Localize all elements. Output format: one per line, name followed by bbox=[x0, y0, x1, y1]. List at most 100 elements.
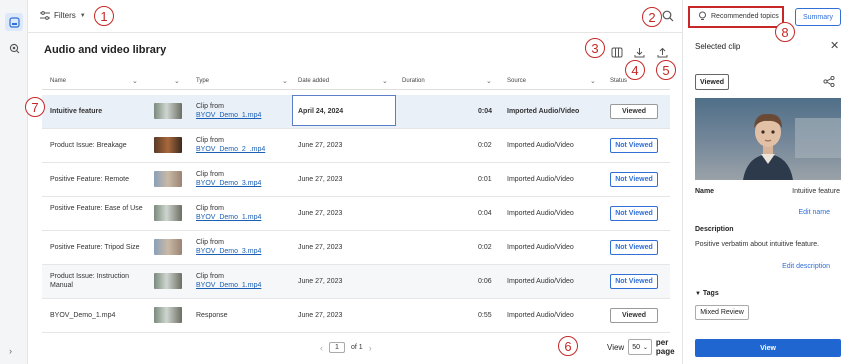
table-row[interactable]: BYOV_Demo_1.mp4 Response June 27, 2023 0… bbox=[42, 299, 670, 333]
search-icon[interactable] bbox=[662, 10, 674, 24]
row-name: BYOV_Demo_1.mp4 bbox=[50, 312, 116, 319]
chevron-down-icon[interactable]: ⌄ bbox=[174, 77, 180, 85]
table-row[interactable]: Product Issue: Instruction Manual Clip f… bbox=[42, 265, 670, 299]
status-badge[interactable]: Not Viewed bbox=[610, 138, 658, 153]
page-count: of 1 bbox=[351, 344, 363, 351]
column-header-duration[interactable]: Duration bbox=[402, 78, 425, 84]
row-date: June 27, 2023 bbox=[298, 244, 343, 251]
status-badge[interactable]: Not Viewed bbox=[610, 240, 658, 255]
table-row[interactable]: Positive Feature: Ease of Use Clip from … bbox=[42, 197, 670, 231]
row-date: June 27, 2023 bbox=[298, 312, 343, 319]
callout-marker-3: 3 bbox=[585, 38, 605, 58]
viewed-badge[interactable]: Viewed bbox=[695, 74, 729, 90]
source-file-link[interactable]: BYOV_Demo_3.mp4 bbox=[196, 248, 261, 255]
selected-clip-panel: Recommended topics Summary Selected clip… bbox=[682, 0, 850, 364]
filters-icon bbox=[40, 11, 50, 20]
table-row[interactable]: Positive Feature: Remote Clip from BYOV_… bbox=[42, 163, 670, 197]
clip-thumbnail bbox=[154, 103, 182, 119]
clip-preview-image[interactable] bbox=[695, 98, 841, 180]
column-header-type[interactable]: Type bbox=[196, 78, 209, 84]
row-name: Product Issue: Breakage bbox=[50, 142, 127, 149]
prev-page-icon[interactable]: ‹ bbox=[320, 343, 323, 353]
table-row[interactable]: Positive Feature: Tripod Size Clip from … bbox=[42, 231, 670, 265]
table-row[interactable]: Intuitive feature Clip from BYOV_Demo_1.… bbox=[42, 95, 670, 129]
row-date: June 27, 2023 bbox=[298, 278, 343, 285]
caret-down-icon: ▼ bbox=[695, 291, 701, 297]
row-type-label: Clip from bbox=[196, 273, 225, 280]
row-type-label: Clip from bbox=[196, 239, 225, 246]
chevron-down-icon[interactable]: ⌄ bbox=[382, 77, 388, 85]
callout-marker-2: 2 bbox=[642, 7, 662, 27]
library-nav-icon[interactable] bbox=[5, 13, 23, 31]
column-header-date[interactable]: Date added bbox=[298, 78, 329, 84]
next-page-icon[interactable]: › bbox=[369, 343, 372, 353]
close-icon[interactable]: ✕ bbox=[830, 39, 839, 52]
highlight-box bbox=[688, 6, 784, 28]
per-page-select[interactable]: 50 ⌄ bbox=[628, 339, 652, 355]
callout-marker-1: 1 bbox=[94, 6, 114, 26]
row-source: Imported Audio/Video bbox=[507, 142, 574, 149]
row-source: Imported Audio/Video bbox=[507, 312, 574, 319]
download-icon[interactable] bbox=[632, 45, 646, 59]
status-badge[interactable]: Viewed bbox=[610, 104, 658, 119]
callout-marker-6: 6 bbox=[558, 336, 578, 356]
summary-button[interactable]: Summary bbox=[795, 8, 841, 26]
row-type-label: Clip from bbox=[196, 103, 225, 110]
clip-thumbnail bbox=[154, 205, 182, 221]
row-type-label: Clip from bbox=[196, 171, 225, 178]
column-header-source[interactable]: Source bbox=[507, 78, 526, 84]
clip-thumbnail bbox=[154, 239, 182, 255]
status-badge[interactable]: Not Viewed bbox=[610, 274, 658, 289]
clip-thumbnail bbox=[154, 273, 182, 289]
row-source: Imported Audio/Video bbox=[507, 244, 574, 251]
per-page-control: View 50 ⌄ per page bbox=[607, 338, 682, 356]
row-type: Clip from BYOV_Demo_1.mp4 bbox=[196, 272, 261, 290]
clip-thumbnail bbox=[154, 137, 182, 153]
chevron-down-icon[interactable]: ⌄ bbox=[132, 77, 138, 85]
page-number-input[interactable]: 1 bbox=[329, 342, 345, 353]
column-header-status[interactable]: Status bbox=[610, 78, 627, 84]
upload-icon[interactable] bbox=[655, 45, 669, 59]
topic-search-nav-icon[interactable] bbox=[5, 39, 23, 57]
per-page-label: per page bbox=[655, 338, 675, 356]
filters-button[interactable]: Filters ▼ bbox=[40, 11, 86, 20]
per-page-value: 50 bbox=[632, 343, 640, 351]
row-duration: 0:04 bbox=[478, 210, 492, 217]
source-file-link[interactable]: BYOV_Demo_1.mp4 bbox=[196, 214, 261, 221]
status-badge[interactable]: Not Viewed bbox=[610, 206, 658, 221]
chevron-down-icon[interactable]: ⌄ bbox=[486, 77, 492, 85]
tag-chip[interactable]: Mixed Review bbox=[695, 305, 749, 320]
chevron-down-icon: ▼ bbox=[79, 12, 86, 19]
tags-label: Tags bbox=[702, 290, 719, 297]
table-header: Name ⌄ ⌄ Type ⌄ Date added ⌄ Duration ⌄ … bbox=[42, 74, 670, 90]
source-file-link[interactable]: BYOV_Demo_1.mp4 bbox=[196, 112, 261, 119]
row-source: Imported Audio/Video bbox=[507, 278, 574, 285]
name-label: Name bbox=[695, 188, 715, 195]
status-badge[interactable]: Viewed bbox=[610, 308, 658, 323]
chevron-down-icon[interactable]: ⌄ bbox=[590, 77, 596, 85]
source-file-link[interactable]: BYOV_Demo_3.mp4 bbox=[196, 180, 261, 187]
row-duration: 0:06 bbox=[478, 278, 492, 285]
name-value: Intuitive feature bbox=[792, 188, 840, 195]
chevron-down-icon[interactable]: ⌄ bbox=[282, 77, 288, 85]
expand-rail-icon[interactable]: › bbox=[9, 346, 12, 356]
row-type: Clip from BYOV_Demo_3.mp4 bbox=[196, 170, 261, 188]
tags-section-toggle[interactable]: ▼ Tags bbox=[695, 290, 719, 297]
chevron-down-icon: ⌄ bbox=[642, 344, 648, 351]
row-source: Imported Audio/Video bbox=[507, 176, 574, 183]
table-row[interactable]: Product Issue: Breakage Clip from BYOV_D… bbox=[42, 129, 670, 163]
share-icon[interactable] bbox=[823, 75, 835, 89]
row-date: June 27, 2023 bbox=[298, 142, 343, 149]
source-file-link[interactable]: BYOV_Demo_2_.mp4 bbox=[196, 146, 265, 153]
columns-icon[interactable] bbox=[610, 45, 624, 59]
row-type: Clip from BYOV_Demo_1.mp4 bbox=[196, 204, 261, 222]
edit-name-link[interactable]: Edit name bbox=[798, 209, 830, 216]
row-source: Imported Audio/Video bbox=[507, 108, 580, 115]
source-file-link[interactable]: BYOV_Demo_1.mp4 bbox=[196, 282, 261, 289]
row-date: April 24, 2024 bbox=[298, 108, 344, 115]
view-button[interactable]: View bbox=[695, 339, 841, 357]
column-header-name[interactable]: Name bbox=[50, 78, 66, 84]
status-badge[interactable]: Not Viewed bbox=[610, 172, 658, 187]
filters-label: Filters bbox=[54, 11, 76, 20]
edit-description-link[interactable]: Edit description bbox=[782, 263, 830, 270]
